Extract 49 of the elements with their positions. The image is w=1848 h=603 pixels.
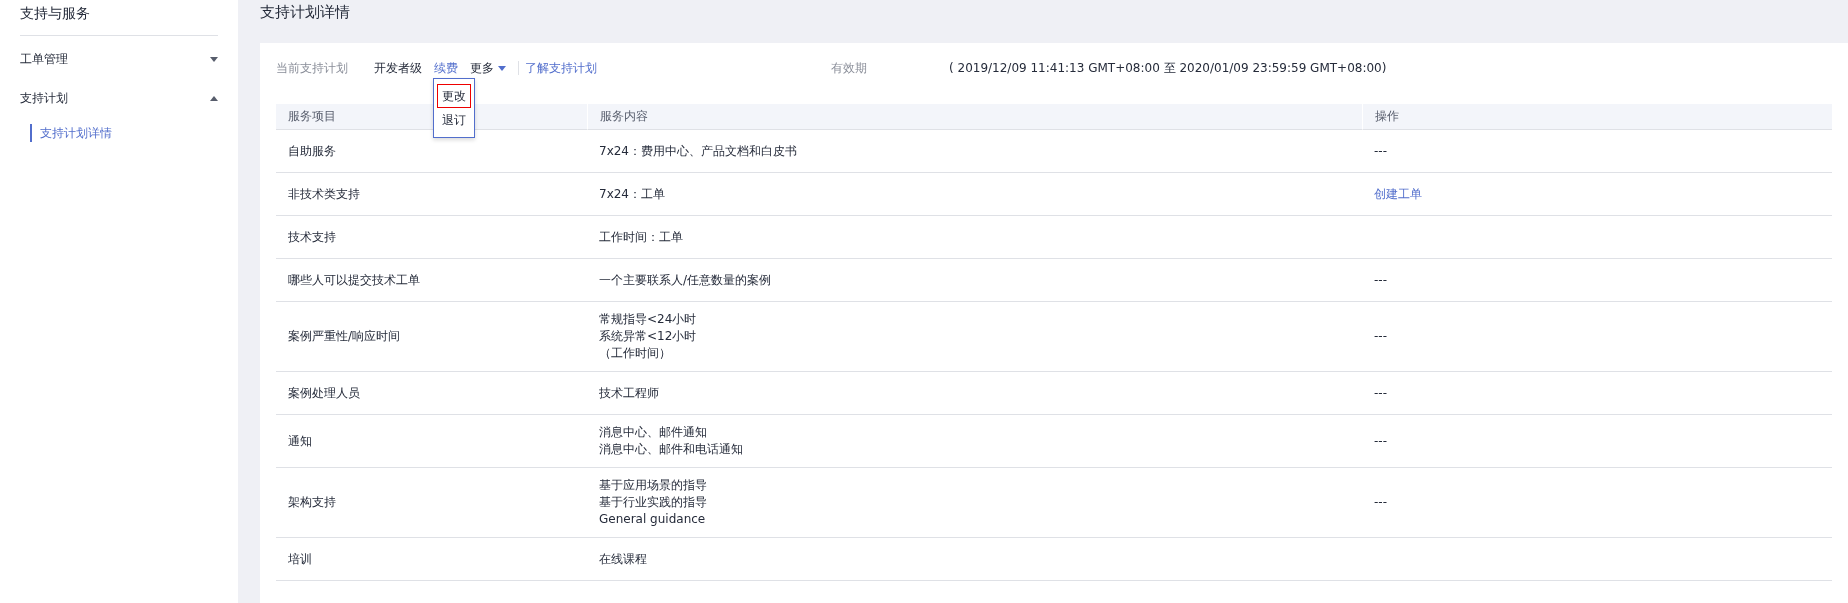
sidebar-item[interactable]: 支持计划	[20, 79, 218, 118]
table-cell-text: ---	[1374, 328, 1388, 345]
caret-up-icon	[210, 96, 218, 101]
menu-item[interactable]: 更改	[438, 85, 470, 107]
table-cell-text: ---	[1374, 494, 1388, 511]
caret-down-icon	[498, 65, 506, 71]
table-cell-text: 系统异常<12小时	[599, 328, 698, 345]
table-cell-text: 7x24：工单	[599, 185, 666, 203]
more-button[interactable]: 更多	[470, 59, 506, 77]
table-cell-text: 培训	[288, 550, 313, 568]
plan-label: 当前支持计划	[276, 59, 348, 77]
table-cell-text: （工作时间）	[599, 345, 672, 362]
validity-label: 有效期	[831, 59, 867, 77]
table-cell-text: 在线课程	[599, 550, 648, 568]
table-cell-text: ---	[1374, 271, 1388, 289]
table-cell-text: 非技术类支持	[288, 185, 361, 203]
table-cell-text: 架构支持	[288, 494, 337, 511]
sidebar-title: 支持与服务	[20, 0, 218, 36]
table-cell-text: 案例处理人员	[288, 384, 361, 402]
table-cell-text: 技术工程师	[599, 384, 660, 402]
create-ticket-link[interactable]: 创建工单	[1374, 185, 1820, 203]
table-cell-text: ---	[1374, 142, 1388, 160]
table-cell-text: 案例严重性/响应时间	[288, 328, 402, 345]
table-cell-text: General guidance	[599, 511, 707, 528]
renew-link[interactable]: 续费	[434, 59, 458, 77]
table-cell-text: 基于行业实践的指导	[599, 494, 708, 511]
page-title: 支持计划详情	[260, 2, 351, 23]
table-cell-text: ---	[1374, 432, 1388, 450]
sidebar-subitem[interactable]: 支持计划详情	[30, 124, 218, 142]
table-cell-text: 技术支持	[288, 228, 337, 246]
table-cell-text: 自助服务	[288, 142, 337, 160]
table-cell-text: 7x24：费用中心、产品文档和白皮书	[599, 142, 798, 160]
validity-period: ( 2019/12/09 11:41:13 GMT+08:00 至 2020/01/09 23:59:59 GMT+08:00)	[949, 59, 1387, 77]
column-header: 操作	[1362, 104, 1832, 130]
table-cell-text: ---	[1374, 384, 1388, 402]
column-header: 服务内容	[587, 104, 1362, 130]
table-cell-text: 消息中心、邮件通知	[599, 424, 708, 441]
caret-down-icon	[210, 57, 218, 62]
table-cell-text: 工作时间：工单	[599, 228, 684, 246]
learn-plan-link[interactable]: 了解支持计划	[525, 59, 597, 77]
menu-item[interactable]: 退订	[438, 109, 470, 131]
plan-level: 开发者级	[374, 59, 422, 77]
table-cell-text: 通知	[288, 432, 313, 450]
table-cell-text: 消息中心、邮件和电话通知	[599, 441, 744, 458]
table-cell-text: 基于应用场景的指导	[599, 477, 708, 494]
sidebar-item[interactable]: 工单管理	[20, 40, 218, 79]
table-cell-text: 一个主要联系人/任意数量的案例	[599, 271, 773, 289]
table-cell-text: 哪些人可以提交技术工单	[288, 271, 421, 289]
table-cell-text: 常规指导<24小时	[599, 311, 698, 328]
